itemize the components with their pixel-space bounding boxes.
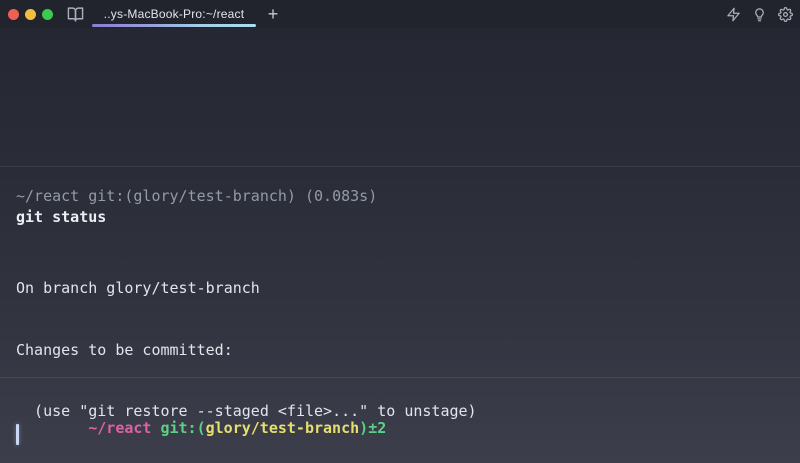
gear-icon[interactable]	[777, 6, 793, 22]
prompt-context-line: ~/react git:(glory/test-branch) (0.083s)	[16, 186, 377, 207]
prompt-git-suffix: )	[359, 419, 368, 437]
terminal-window: ..ys-MacBook-Pro:~/react +	[0, 0, 800, 463]
prompt-git-prefix: git:(	[160, 419, 205, 437]
output-line: On branch glory/test-branch	[16, 278, 495, 299]
prompt-git-changes: ±2	[368, 419, 386, 437]
text-cursor[interactable]	[16, 424, 19, 445]
bulb-icon[interactable]	[751, 6, 767, 22]
book-open-icon[interactable]	[67, 6, 84, 23]
shell-prompt: ~/react git:(glory/test-branch)±2	[16, 397, 386, 459]
traffic-lights	[8, 9, 53, 20]
tab-active[interactable]: ..ys-MacBook-Pro:~/react	[90, 0, 258, 28]
tab-active-underline	[92, 24, 256, 27]
tab-title: ..ys-MacBook-Pro:~/react	[104, 7, 245, 21]
output-line: Changes to be committed:	[16, 340, 495, 361]
titlebar-right-icons	[725, 6, 793, 22]
zoom-button[interactable]	[42, 9, 53, 20]
prompt-directory: ~/react	[88, 419, 151, 437]
minimize-button[interactable]	[25, 9, 36, 20]
lightning-icon[interactable]	[725, 6, 741, 22]
command-text: git status	[16, 207, 106, 228]
block-divider	[0, 166, 800, 167]
block-divider	[0, 377, 800, 378]
prompt-git-branch: glory/test-branch	[206, 419, 360, 437]
new-tab-button[interactable]: +	[262, 3, 284, 25]
close-button[interactable]	[8, 9, 19, 20]
title-bar: ..ys-MacBook-Pro:~/react +	[0, 0, 800, 28]
terminal-content[interactable]: ~/react git:(glory/test-branch) (0.083s)…	[0, 28, 800, 463]
